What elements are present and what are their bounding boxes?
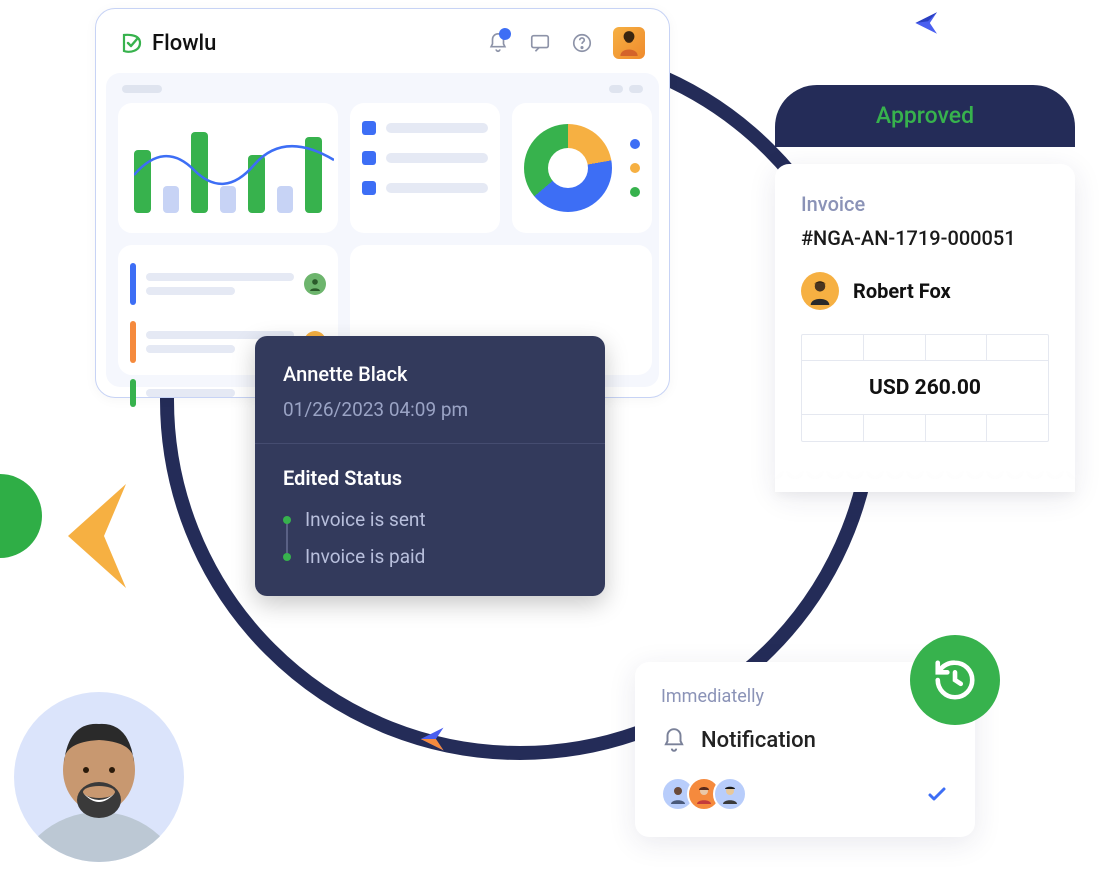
status-person-name: Annette Black [283,362,577,386]
dashboard-header: Flowlu [96,9,669,73]
approved-label: Approved [876,102,974,129]
decorative-green-circle [0,474,42,558]
bell-icon [661,727,687,753]
receipt-torn-edge [775,470,1075,492]
customer-name: Robert Fox [853,279,951,303]
legend-dot [630,163,640,173]
text-stub [386,123,488,133]
text-stub [146,287,235,295]
text-stub [146,389,235,397]
recipient-avatar [713,777,747,811]
chart-bar [163,186,180,213]
refresh-badge[interactable] [910,635,1000,725]
menu-stub [629,85,643,93]
logo-leaf-check-icon [120,31,144,55]
person-icon [806,277,834,305]
invoice-card: Invoice #NGA-AN-1719-000051 Robert Fox U… [775,164,1075,492]
donut-legend [630,139,640,197]
text-stub [386,183,488,193]
decorative-pointer-icon [910,5,946,41]
notification-recipients[interactable] [661,777,747,811]
person-photo-icon [14,692,184,862]
donut-chart [524,124,612,212]
status-timestamp: 01/26/2023 04:09 pm [283,398,577,421]
mini-bar-chart-card[interactable] [118,103,338,233]
chart-bar [134,150,151,213]
status-heading: Edited Status [283,466,577,490]
user-avatar[interactable] [613,27,645,59]
text-stub [386,153,488,163]
decorative-pointer-icon [66,476,136,596]
mini-list-card[interactable] [350,103,500,233]
bullet-icon [362,121,376,135]
status-bar [130,263,136,305]
decorative-pointer-icon [415,720,453,758]
breadcrumb-stub [122,85,162,93]
invoice-number: #NGA-AN-1719-000051 [801,226,1049,250]
invoice-line-items-table: USD 260.00 [801,334,1049,442]
status-item-text: Invoice is sent [305,508,426,531]
chart-bar [191,132,208,213]
status-item: Invoice is paid [283,545,577,568]
status-bar [130,379,136,407]
status-bar [130,321,136,363]
bullet-icon [362,181,376,195]
app-logo[interactable]: Flowlu [120,31,216,56]
help-icon[interactable] [571,32,593,54]
table-row [802,335,1048,361]
invoice-total-row: USD 260.00 [802,361,1048,415]
donut-chart-card[interactable] [512,103,652,233]
check-icon [925,782,949,806]
approved-badge: Approved [775,85,1075,147]
app-name: Flowlu [152,31,216,56]
chart-bar [248,155,265,214]
notification-sublabel: Immediatelly [661,686,949,707]
invoice-amount: USD 260.00 [869,376,981,400]
user-large-avatar [14,692,184,862]
chart-bar [305,137,322,214]
text-stub [146,273,294,281]
history-refresh-icon [932,657,978,703]
bullet-icon [362,151,376,165]
notification-title: Notification [701,728,816,753]
table-row [802,415,1048,441]
invoice-customer[interactable]: Robert Fox [801,272,1049,310]
person-avatar [304,273,326,295]
chart-bar [277,186,294,213]
chat-icon[interactable] [529,32,551,54]
timeline-dot-icon [283,553,291,561]
list-item[interactable] [130,263,326,305]
chart-bar [220,186,237,213]
legend-dot [630,139,640,149]
menu-stub [609,85,623,93]
person-icon [616,30,642,56]
notifications-icon[interactable] [487,32,509,54]
customer-avatar [801,272,839,310]
invoice-label: Invoice [801,192,1049,216]
status-popover: Annette Black 01/26/2023 04:09 pm Edited… [255,336,605,596]
legend-dot [630,187,640,197]
notification-dot [499,28,511,40]
status-item-text: Invoice is paid [305,545,425,568]
timeline-dot-icon [283,516,291,524]
status-item: Invoice is sent [283,508,577,531]
text-stub [146,345,235,353]
